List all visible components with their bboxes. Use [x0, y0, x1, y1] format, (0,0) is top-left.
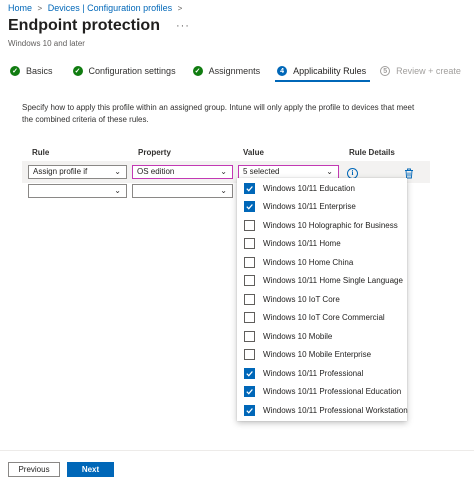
- breadcrumb-home[interactable]: Home: [8, 3, 32, 13]
- page-subtitle: Windows 10 and later: [8, 39, 85, 48]
- checkbox[interactable]: [244, 330, 255, 342]
- checkbox[interactable]: [244, 386, 255, 397]
- dropdown-option[interactable]: Windows 10/11 Home: [237, 235, 407, 253]
- dropdown-option[interactable]: Windows 10 Mobile: [237, 327, 407, 345]
- dropdown-option[interactable]: Windows 10 Home China: [237, 253, 407, 271]
- value-dropdown-list: Windows 10/11 Education Windows 10/11 En…: [237, 178, 408, 421]
- check-circle-icon: ✓: [10, 66, 20, 76]
- checkbox[interactable]: [244, 367, 255, 379]
- property-select[interactable]: OS edition ⌄: [132, 165, 233, 179]
- check-circle-icon: ✓: [192, 66, 203, 76]
- step-label: Applicability Rules: [293, 66, 367, 76]
- dropdown-option[interactable]: Windows 10/11 Home Single Language: [237, 272, 407, 290]
- value-select-value: 5 selected: [243, 167, 280, 176]
- rule-select[interactable]: Assign profile if ⌄: [28, 165, 127, 179]
- dropdown-option[interactable]: Windows 10 IoT Core: [237, 290, 407, 308]
- property-select-value: OS edition: [137, 167, 175, 176]
- step-assignments[interactable]: ✓ Assignments: [192, 66, 261, 76]
- checkmark-icon: [246, 185, 253, 192]
- header-value: Value: [243, 148, 264, 157]
- description-text: Specify how to apply this profile within…: [22, 103, 415, 124]
- checkmark-icon: [246, 370, 253, 377]
- previous-button[interactable]: Previous: [8, 462, 60, 477]
- page-title: Endpoint protection: [8, 17, 160, 34]
- rule-select-value: Assign profile if: [33, 167, 88, 176]
- value-select[interactable]: 5 selected ⌄: [238, 165, 339, 179]
- header-rule: Rule: [32, 148, 50, 157]
- dropdown-option[interactable]: Windows 10 IoT Core Commercial: [237, 309, 407, 327]
- wizard-steps: ✓ Basics ✓ Configuration settings ✓ Assi…: [10, 66, 461, 82]
- step-number-icon: 5: [380, 66, 391, 76]
- dropdown-option[interactable]: Windows 10 Holographic for Business: [237, 216, 407, 234]
- step-label: Configuration settings: [88, 66, 176, 76]
- rule-select-empty[interactable]: ⌄: [28, 184, 127, 198]
- checkbox[interactable]: [244, 256, 255, 268]
- chevron-down-icon: ⌄: [220, 167, 227, 176]
- header-property: Property: [138, 148, 171, 157]
- checkbox[interactable]: [244, 219, 255, 231]
- dropdown-option[interactable]: Windows 10/11 Education: [237, 179, 407, 197]
- step-label: Review + create: [396, 66, 461, 76]
- checkmark-icon: [246, 407, 253, 414]
- more-options-button[interactable]: ···: [176, 20, 190, 32]
- step-label: Assignments: [208, 66, 261, 76]
- checkbox[interactable]: [244, 201, 255, 212]
- step-configuration-settings[interactable]: ✓ Configuration settings: [72, 66, 176, 76]
- title-row: Endpoint protection ···: [8, 17, 190, 35]
- step-label: Basics: [26, 66, 53, 76]
- dropdown-option[interactable]: Windows 10/11 Enterprise: [237, 198, 407, 216]
- breadcrumb: Home > Devices | Configuration profiles …: [8, 3, 185, 13]
- checkbox[interactable]: [244, 275, 255, 286]
- checkbox[interactable]: [244, 404, 255, 416]
- dropdown-option[interactable]: Windows 10/11 Professional Education: [237, 383, 407, 401]
- check-circle-icon: ✓: [72, 66, 83, 76]
- step-number-icon: 4: [277, 66, 288, 76]
- dropdown-option[interactable]: Windows 10 Mobile Enterprise: [237, 346, 407, 364]
- footer-divider: [0, 450, 474, 451]
- header-rule-details: Rule Details: [349, 148, 395, 157]
- step-applicability-rules[interactable]: 4 Applicability Rules: [275, 66, 371, 82]
- step-review-create[interactable]: 5 Review + create: [380, 66, 461, 76]
- step-basics[interactable]: ✓ Basics: [10, 66, 53, 76]
- checkbox[interactable]: [244, 238, 255, 249]
- chevron-right-icon: >: [177, 4, 183, 13]
- checkmark-icon: [246, 389, 253, 395]
- chevron-down-icon: ⌄: [220, 186, 227, 195]
- checkbox[interactable]: [244, 349, 255, 360]
- checkbox[interactable]: [244, 312, 255, 323]
- chevron-right-icon: >: [37, 4, 43, 13]
- chevron-down-icon: ⌄: [326, 167, 333, 176]
- chevron-down-icon: ⌄: [114, 167, 121, 176]
- property-select-empty[interactable]: ⌄: [132, 184, 233, 198]
- dropdown-option[interactable]: Windows 10/11 Professional: [237, 364, 407, 382]
- dropdown-option[interactable]: Windows 10/11 Professional Workstation: [237, 401, 408, 419]
- checkmark-icon: [246, 204, 253, 210]
- checkbox[interactable]: [244, 182, 255, 194]
- breadcrumb-configuration-profiles[interactable]: Devices | Configuration profiles: [48, 3, 172, 13]
- checkbox[interactable]: [244, 293, 255, 305]
- next-button[interactable]: Next: [67, 462, 114, 477]
- chevron-down-icon: ⌄: [114, 186, 121, 195]
